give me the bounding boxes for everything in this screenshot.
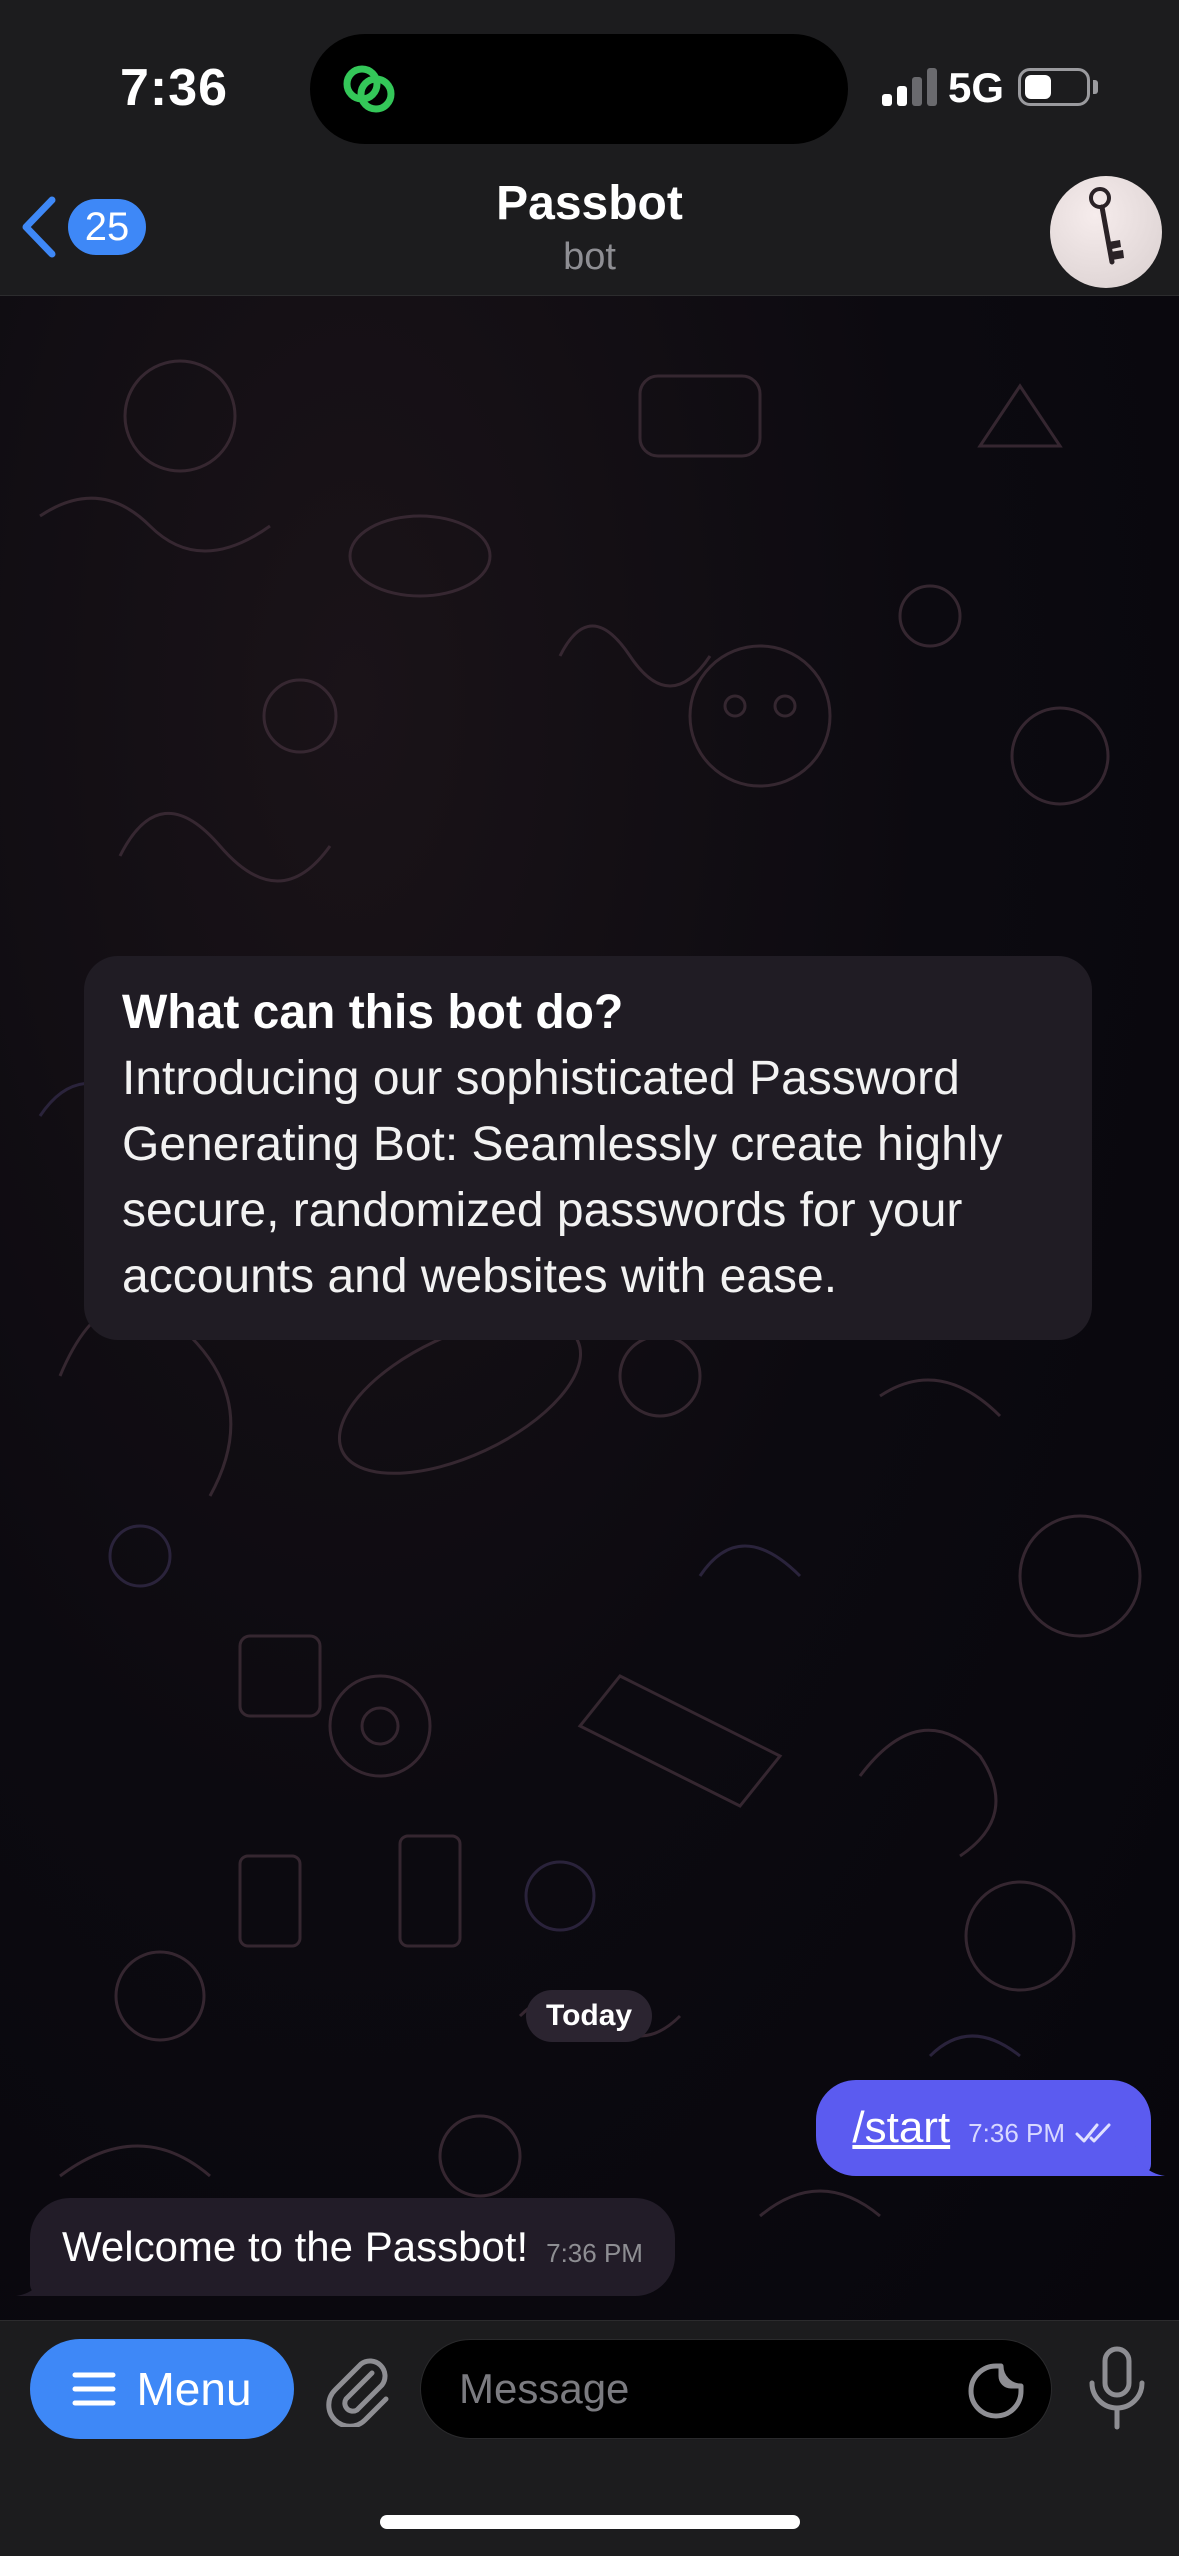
paperclip-icon[interactable]	[320, 2351, 396, 2427]
message-text: Welcome to the Passbot!	[62, 2223, 529, 2270]
network-type: 5G	[948, 64, 1005, 111]
back-button[interactable]: 25	[18, 192, 146, 262]
outgoing-message[interactable]: /start 7:36 PM	[816, 2080, 1165, 2176]
dynamic-island	[310, 34, 848, 144]
chat-subtitle: bot	[563, 236, 616, 278]
message-time: 7:36 PM	[546, 2237, 643, 2268]
status-bar: 7:36 5G	[0, 0, 1179, 170]
sticker-icon[interactable]	[967, 2362, 1025, 2420]
key-icon	[1089, 187, 1124, 265]
chevron-left-icon	[22, 196, 56, 258]
unread-count-badge: 25	[68, 199, 146, 255]
signal-icon	[882, 66, 938, 106]
double-check-icon	[1075, 2123, 1111, 2143]
intro-title: What can this bot do?	[122, 986, 624, 1039]
message-field[interactable]	[420, 2339, 1052, 2439]
bubble-tail	[16, 2266, 46, 2296]
battery-cap	[1093, 80, 1098, 94]
home-indicator	[380, 2515, 800, 2529]
message-time: 7:36 PM	[968, 2117, 1065, 2148]
message-composer: Menu	[0, 2320, 1179, 2556]
bot-avatar[interactable]	[1050, 176, 1162, 288]
menu-label: Menu	[136, 2363, 252, 2415]
menu-button[interactable]: Menu	[30, 2339, 294, 2439]
chat-title[interactable]: Passbot	[0, 176, 1179, 231]
date-separator: Today	[526, 1990, 653, 2042]
hamburger-icon	[72, 2372, 116, 2406]
message-input[interactable]	[459, 2340, 939, 2438]
intro-description: Introducing our sophisticated Password G…	[122, 1052, 1003, 1303]
status-time: 7:36	[120, 59, 229, 117]
chat-header: Passbot bot 25	[0, 170, 1179, 296]
link-rings-icon	[343, 65, 395, 113]
battery-icon	[1018, 68, 1090, 106]
bot-intro-card: What can this bot do? Introducing our so…	[84, 956, 1092, 1340]
incoming-message[interactable]: Welcome to the Passbot! 7:36 PM	[16, 2198, 675, 2296]
microphone-icon[interactable]	[1082, 2343, 1152, 2433]
chat-area[interactable]: What can this bot do? Introducing our so…	[0, 296, 1179, 2320]
bubble-tail	[1135, 2146, 1165, 2176]
message-text[interactable]: /start	[852, 2103, 950, 2153]
